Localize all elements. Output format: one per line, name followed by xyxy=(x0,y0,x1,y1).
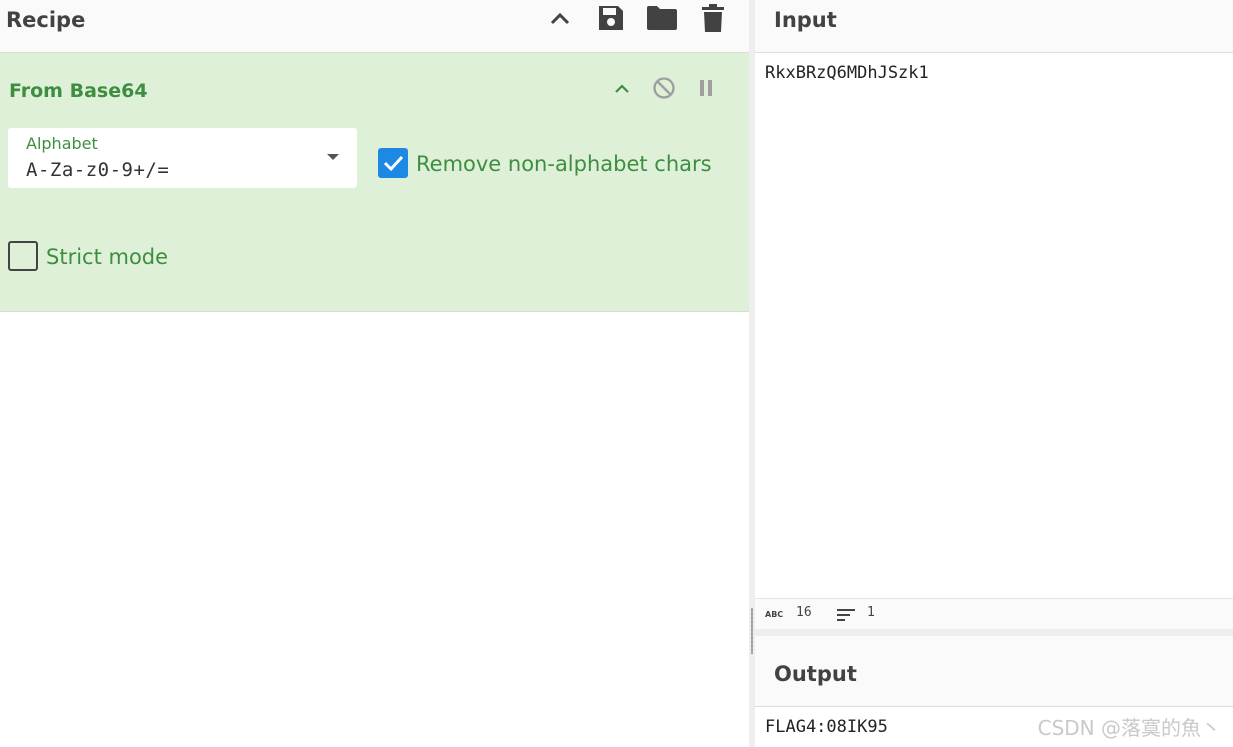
svg-text:ABC: ABC xyxy=(765,610,783,619)
output-header: Output xyxy=(755,636,1233,707)
disable-operation-button[interactable] xyxy=(649,73,679,103)
breakpoint-button[interactable] xyxy=(691,73,721,103)
strict-mode-checkbox[interactable] xyxy=(8,241,38,271)
recipe-pane: Recipe From Base64 Alphabet A-Za-z0-9+/=… xyxy=(0,0,749,747)
output-text[interactable]: FLAG4:08IK95 xyxy=(765,716,888,738)
alphabet-select[interactable]: Alphabet A-Za-z0-9+/= xyxy=(8,128,357,188)
lines-icon xyxy=(837,609,855,621)
chevron-up-icon xyxy=(615,83,629,93)
operation-from-base64[interactable]: From Base64 Alphabet A-Za-z0-9+/= Remove… xyxy=(0,53,749,312)
folder-icon xyxy=(647,6,677,30)
remove-nonalpha-label[interactable]: Remove non-alphabet chars xyxy=(416,150,712,178)
clear-recipe-button[interactable] xyxy=(696,0,730,36)
input-header: Input xyxy=(755,0,1233,53)
input-title: Input xyxy=(774,8,837,32)
operation-title: From Base64 xyxy=(9,80,148,102)
disable-icon xyxy=(653,77,675,99)
input-lines: 1 xyxy=(867,605,875,620)
remove-nonalpha-checkbox[interactable] xyxy=(378,148,408,178)
strict-mode-label[interactable]: Strict mode xyxy=(46,243,168,271)
input-status-bar: ABC 16 1 xyxy=(755,598,1233,629)
io-pane: Input RkxBRzQ6MDhJSzk1 ABC 16 1 Output F… xyxy=(755,0,1233,747)
io-separator xyxy=(755,629,1233,636)
alphabet-label: Alphabet xyxy=(26,134,98,153)
output-title: Output xyxy=(774,662,857,686)
recipe-title: Recipe xyxy=(6,8,86,32)
abc-length-icon: ABC xyxy=(765,610,783,619)
save-icon xyxy=(599,6,623,30)
watermark-text: CSDN @落寞的魚丶 xyxy=(1037,716,1221,740)
recipe-header: Recipe xyxy=(0,0,749,53)
trash-icon xyxy=(702,4,724,32)
chevron-up-icon xyxy=(550,12,570,25)
checkmark-icon xyxy=(383,155,404,172)
pause-icon xyxy=(700,80,712,96)
resize-handle-dots xyxy=(751,608,753,654)
input-length: 16 xyxy=(796,605,812,620)
caret-down-icon xyxy=(327,154,339,160)
input-textarea[interactable]: RkxBRzQ6MDhJSzk1 xyxy=(765,62,929,84)
alphabet-value: A-Za-z0-9+/= xyxy=(26,159,170,181)
save-recipe-button[interactable] xyxy=(594,0,628,36)
load-recipe-button[interactable] xyxy=(645,0,679,36)
collapse-all-button[interactable] xyxy=(543,0,577,36)
collapse-operation-button[interactable] xyxy=(607,73,637,103)
